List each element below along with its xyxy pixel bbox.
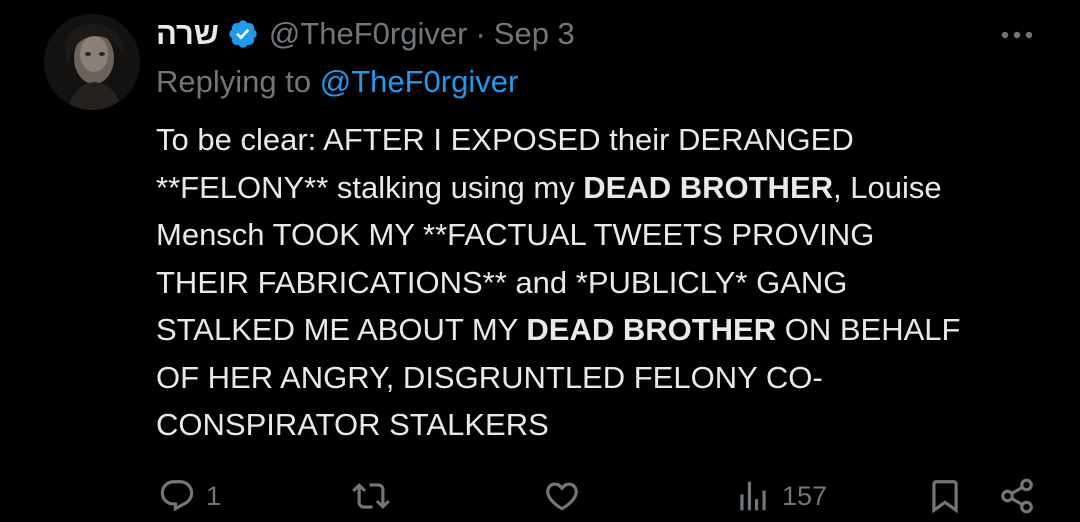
user-handle[interactable]: @TheF0rgiver [269,16,468,52]
tweet-text-segment: STALKED ME ABOUT MY [156,312,527,347]
tweet-line: OF HER ANGRY, DISGRUNTLED FELONY CO- [156,354,1056,402]
like-icon [546,482,578,511]
tweet-date[interactable]: Sep 3 [494,16,575,52]
tweet-text-segment: THEIR FABRICATIONS** and *PUBLICLY* GANG [156,264,848,300]
views-button[interactable]: 157 [734,470,827,522]
tweet-line: **FELONY** stalking using my DEAD BROTHE… [156,164,1056,212]
reply-icon [160,480,194,512]
reply-button[interactable]: 1 [158,470,221,522]
tweet-line: STALKED ME ABOUT MY DEAD BROTHER ON BEHA… [156,306,1056,354]
bookmark-button[interactable] [926,470,964,522]
more-icon[interactable] [1000,20,1034,50]
retweet-button[interactable] [352,470,390,522]
tweet-line: THEIR FABRICATIONS** and *PUBLICLY* GANG [156,259,1056,307]
tweet-line: Mensch TOOK MY **FACTUAL TWEETS PROVING [156,211,1056,259]
tweet-actions: 1 157 [0,470,1080,522]
tweet-text-segment: , Louise [833,169,942,205]
avatar-image [44,14,140,110]
share-icon [1001,478,1033,514]
views-icon [740,481,766,511]
tweet-line: CONSPIRATOR STALKERS [156,401,1056,449]
share-button[interactable] [998,470,1036,522]
tweet-text-segment: To be clear: AFTER I EXPOSED their DERAN… [156,122,854,157]
reply-count: 1 [206,480,222,511]
bookmark-icon [932,480,958,514]
verified-badge-icon [227,18,259,50]
tweet-header: שרה @TheF0rgiver · Sep 3 [156,12,575,56]
tweet-line: To be clear: AFTER I EXPOSED their DERAN… [156,116,1056,164]
display-name[interactable]: שרה [156,16,219,52]
replying-mention-link[interactable]: @TheF0rgiver [320,64,519,99]
tweet-text-segment: CONSPIRATOR STALKERS [156,407,549,442]
like-button[interactable] [543,470,581,522]
tweet-body: To be clear: AFTER I EXPOSED their DERAN… [156,116,1056,449]
avatar[interactable] [44,14,140,110]
tweet-text-bold: DEAD BROTHER [583,169,834,205]
replying-to: Replying to @TheF0rgiver [156,64,518,100]
tweet-text-segment: OF HER ANGRY, DISGRUNTLED FELONY CO- [156,359,823,395]
tweet-text-segment: ON BEHALF [776,312,961,347]
tweet-text-segment: Mensch TOOK MY **FACTUAL TWEETS PROVING [156,217,875,252]
replying-prefix: Replying to [156,64,312,99]
tweet-text-bold: DEAD BROTHER [526,312,777,347]
retweet-icon [352,483,390,509]
views-count: 157 [782,480,828,511]
header-separator: · [475,16,486,51]
tweet-text-segment: **FELONY** stalking using my [156,169,584,205]
